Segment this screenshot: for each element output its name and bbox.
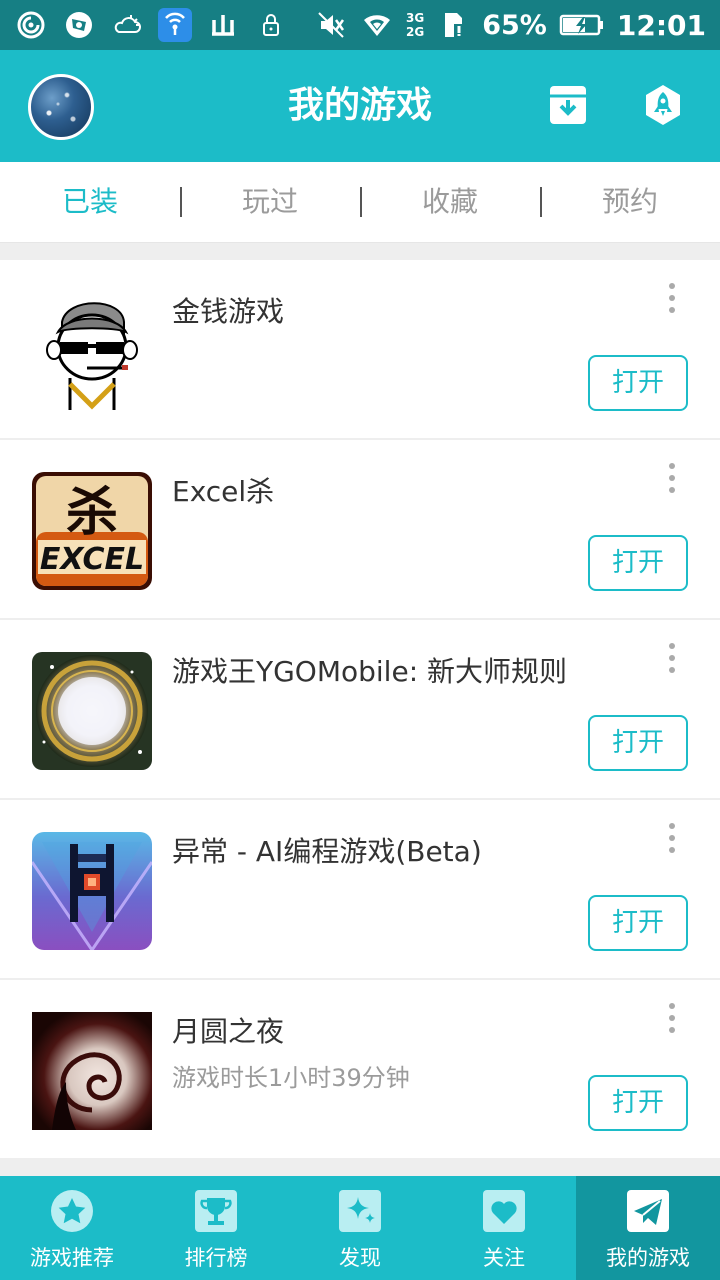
more-options-button[interactable] bbox=[660, 820, 684, 856]
more-options-button[interactable] bbox=[660, 640, 684, 676]
tab-bar: 已装 玩过 收藏 预约 bbox=[0, 162, 720, 243]
nav-label: 我的游戏 bbox=[606, 1246, 690, 1270]
speedup-button[interactable] bbox=[643, 84, 683, 126]
play-time-label: 游戏时长1小时39分钟 bbox=[172, 1064, 410, 1092]
svg-text:杀: 杀 bbox=[66, 482, 118, 543]
bottom-nav: 游戏推荐 排行榜 发现 关注 我的游戏 bbox=[0, 1176, 720, 1280]
open-game-button[interactable]: 打开 bbox=[588, 715, 688, 771]
nav-label: 排行榜 bbox=[184, 1246, 248, 1270]
battery-charging-icon bbox=[559, 8, 605, 42]
wifi-hotspot-icon bbox=[158, 8, 192, 42]
rocket-icon bbox=[646, 85, 680, 125]
open-game-button[interactable]: 打开 bbox=[588, 535, 688, 591]
game-name[interactable]: 月圆之夜 bbox=[172, 1010, 284, 1050]
star-icon bbox=[50, 1189, 94, 1233]
game-name[interactable]: 金钱游戏 bbox=[172, 290, 284, 330]
more-vertical-icon bbox=[669, 823, 675, 853]
mute-icon bbox=[314, 8, 348, 42]
heart-icon bbox=[482, 1189, 526, 1233]
nav-my-games[interactable]: 我的游戏 bbox=[576, 1176, 720, 1280]
list-item[interactable]: 杀 EXCEL Excel杀 打开 bbox=[0, 440, 720, 618]
tab-played[interactable]: 玩过 bbox=[180, 162, 360, 242]
network-top-label: 3G bbox=[406, 11, 425, 25]
wifi-icon bbox=[360, 8, 394, 42]
sparkle-icon bbox=[338, 1189, 382, 1233]
game-name[interactable]: 游戏王YGOMobile: 新大师规则 bbox=[172, 650, 567, 690]
battery-percent: 65% bbox=[482, 9, 547, 41]
more-vertical-icon bbox=[669, 283, 675, 313]
app-bar: 我的游戏 bbox=[0, 50, 720, 162]
nav-label: 发现 bbox=[339, 1246, 381, 1270]
page-title: 我的游戏 bbox=[287, 85, 432, 126]
game-name[interactable]: Excel杀 bbox=[172, 470, 274, 510]
open-game-button[interactable]: 打开 bbox=[588, 895, 688, 951]
weather-icon bbox=[110, 8, 144, 42]
more-options-button[interactable] bbox=[660, 1000, 684, 1036]
game-name[interactable]: 异常 - AI编程游戏(Beta) bbox=[172, 830, 482, 870]
nav-label: 关注 bbox=[483, 1246, 525, 1270]
nav-ranking[interactable]: 排行榜 bbox=[144, 1176, 288, 1280]
netease-icon bbox=[14, 8, 48, 42]
open-game-button[interactable]: 打开 bbox=[588, 1075, 688, 1131]
paper-plane-icon bbox=[626, 1189, 670, 1233]
tab-reserved[interactable]: 预约 bbox=[540, 162, 720, 242]
nav-follow[interactable]: 关注 bbox=[432, 1176, 576, 1280]
more-options-button[interactable] bbox=[660, 280, 684, 316]
open-game-button[interactable]: 打开 bbox=[588, 355, 688, 411]
tab-favorites[interactable]: 收藏 bbox=[360, 162, 540, 242]
list-item[interactable]: 金钱游戏 打开 bbox=[0, 260, 720, 438]
nav-game-recommend[interactable]: 游戏推荐 bbox=[0, 1176, 144, 1280]
download-manager-button[interactable] bbox=[548, 84, 588, 126]
list-item[interactable]: 异常 - AI编程游戏(Beta) 打开 bbox=[0, 800, 720, 978]
status-bar: 3G 2G 65% 12:01 bbox=[0, 0, 720, 50]
list-item[interactable]: 月圆之夜 游戏时长1小时39分钟 打开 bbox=[0, 980, 720, 1158]
trophy-icon bbox=[194, 1189, 238, 1233]
game-icon-money-game bbox=[32, 292, 152, 410]
game-icon-excel-kill: 杀 EXCEL bbox=[32, 472, 152, 590]
download-box-icon bbox=[550, 86, 586, 124]
lock-icon bbox=[254, 8, 288, 42]
tab-installed[interactable]: 已装 bbox=[0, 162, 180, 242]
nav-label: 游戏推荐 bbox=[30, 1246, 114, 1270]
game-icon-anomaly bbox=[32, 832, 152, 950]
sim-alert-icon bbox=[436, 8, 470, 42]
compass-icon bbox=[62, 8, 96, 42]
list-item[interactable]: 游戏王YGOMobile: 新大师规则 打开 bbox=[0, 620, 720, 798]
svg-text:EXCEL: EXCEL bbox=[40, 542, 144, 577]
more-vertical-icon bbox=[669, 1003, 675, 1033]
more-vertical-icon bbox=[669, 643, 675, 673]
more-vertical-icon bbox=[669, 463, 675, 493]
game-icon-yugioh bbox=[32, 652, 152, 770]
nav-discover[interactable]: 发现 bbox=[288, 1176, 432, 1280]
mountain-icon bbox=[206, 8, 240, 42]
more-options-button[interactable] bbox=[660, 460, 684, 496]
game-list[interactable]: 金钱游戏 打开 杀 EXCEL Excel杀 打开 游戏王YGOMobile: … bbox=[0, 243, 720, 1176]
network-bottom-label: 2G bbox=[406, 25, 425, 39]
game-icon-moon-night bbox=[32, 1012, 152, 1130]
signal-icon: 3G 2G bbox=[406, 11, 424, 39]
clock: 12:01 bbox=[616, 8, 706, 42]
